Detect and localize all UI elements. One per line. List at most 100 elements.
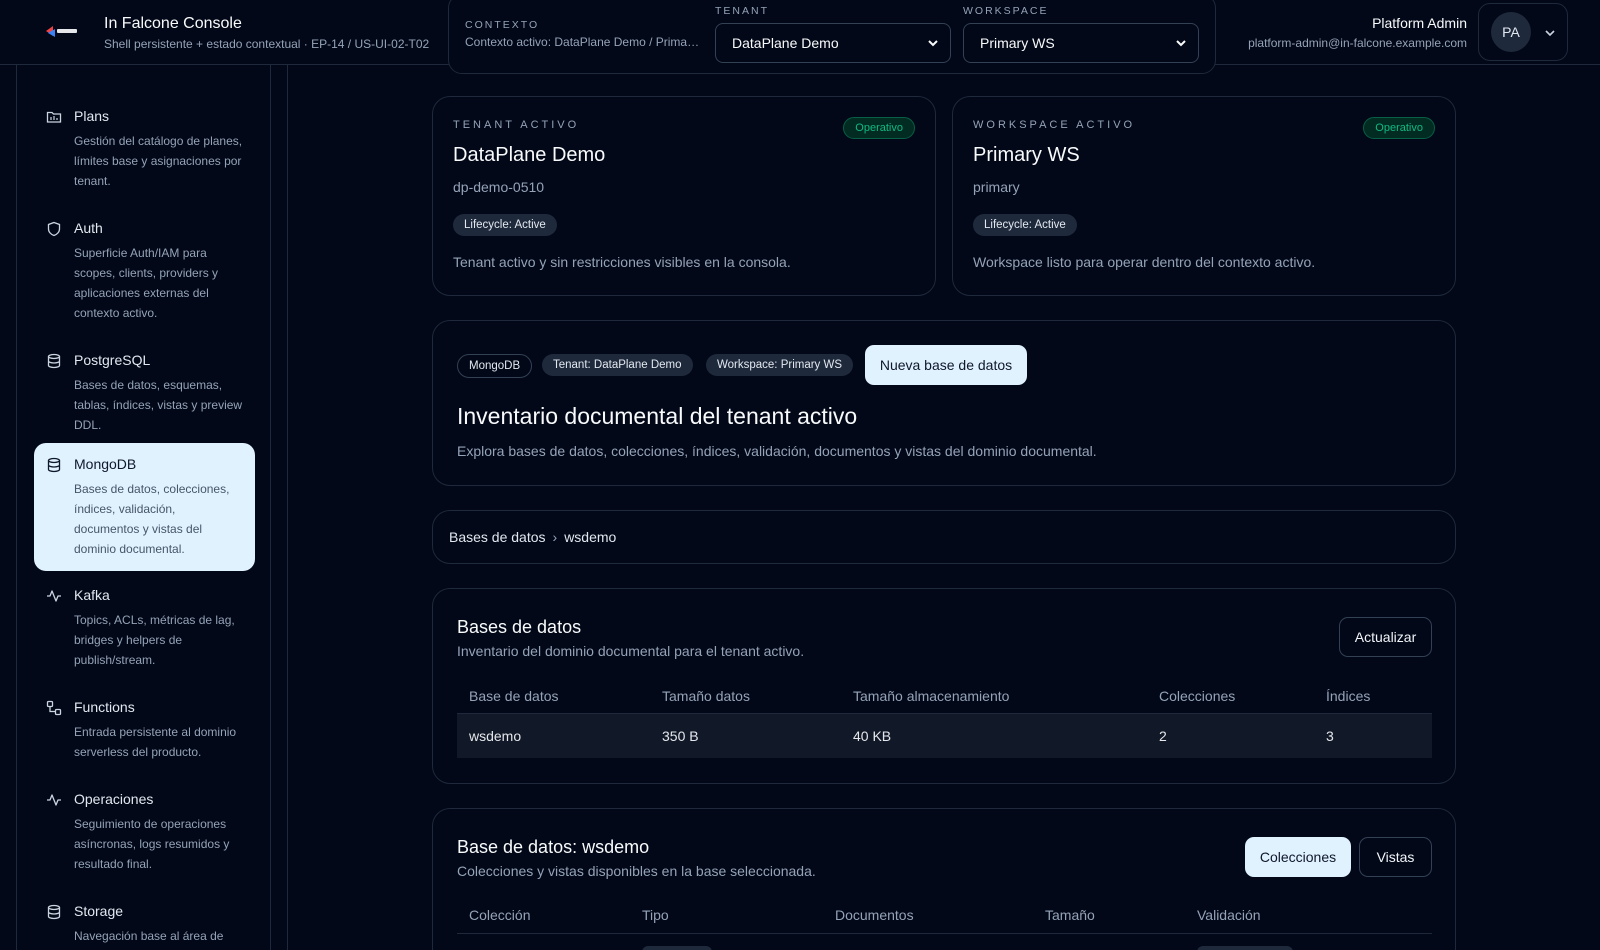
- sidebar-item-desc: Bases de datos, esquemas, tablas, índice…: [74, 378, 243, 432]
- cell-database: wsdemo: [469, 728, 522, 744]
- chevron-down-icon: [1543, 26, 1557, 40]
- column-header[interactable]: Base de datos: [469, 688, 559, 704]
- workspace-select-value: Primary WS: [980, 35, 1055, 51]
- column-header[interactable]: Índices: [1326, 688, 1370, 704]
- workspace-chip: Workspace: Primary WS: [706, 354, 854, 376]
- mongodb-hero: MongoDB Tenant: DataPlane Demo Workspace…: [432, 320, 1456, 486]
- falcone-logo[interactable]: [44, 22, 78, 40]
- database-icon: [46, 904, 62, 920]
- sidebar: Plans Gestión del catálogo de planes, lí…: [16, 65, 271, 950]
- avatar: PA: [1491, 12, 1531, 52]
- lifecycle-badge: Lifecycle: Active: [453, 214, 557, 236]
- workspace-slug: primary: [973, 179, 1020, 195]
- tenant-card: Tenant activo Operativo DataPlane Demo d…: [432, 96, 936, 296]
- sidebar-item-postgresql[interactable]: PostgreSQL Bases de datos, esquemas, tab…: [34, 339, 255, 447]
- sidebar-item-desc: Entrada persistente al dominio serverles…: [74, 725, 237, 759]
- chevron-down-icon: [926, 36, 940, 50]
- database-icon: [46, 457, 62, 473]
- lifecycle-badge: Lifecycle: Active: [973, 214, 1077, 236]
- cell-collections: 2: [1159, 728, 1167, 744]
- sidebar-item-label: MongoDB: [74, 456, 137, 472]
- database-icon: [46, 353, 62, 369]
- sidebar-item-desc: Superficie Auth/IAM para scopes, clients…: [74, 246, 219, 320]
- activity-icon: [46, 588, 62, 604]
- context-switcher: Contexto Contexto activo: DataPlane Demo…: [448, 0, 1216, 74]
- column-header[interactable]: Tipo: [642, 907, 669, 923]
- column-header[interactable]: Colección: [469, 907, 530, 923]
- cell-indexes: 3: [1326, 728, 1334, 744]
- cell-data-size: 350 B: [662, 728, 699, 744]
- tab-views[interactable]: Vistas: [1359, 837, 1432, 877]
- user-email: platform-admin@in-falcone.example.com: [1248, 36, 1467, 50]
- breadcrumb-current: wsdemo: [564, 529, 617, 545]
- sidebar-item-desc: Seguimiento de operaciones asíncronas, l…: [74, 817, 230, 871]
- tenant-desc: Tenant activo y sin restricciones visibl…: [453, 254, 791, 270]
- sidebar-item-desc: Gestión del catálogo de planes, límites …: [74, 134, 243, 188]
- status-badge: Operativo: [1363, 117, 1435, 139]
- user-menu-button[interactable]: PA: [1478, 3, 1568, 61]
- user-name: Platform Admin: [1372, 15, 1467, 31]
- sidebar-item-desc: Topics, ACLs, métricas de lag, bridges y…: [74, 613, 235, 667]
- sidebar-item-label: Operaciones: [74, 791, 154, 807]
- workspace-card: Workspace activo Operativo Primary WS pr…: [952, 96, 1456, 296]
- tenant-eyebrow: Tenant activo: [453, 119, 580, 131]
- sidebar-item-desc: Navegación base al área de: [74, 929, 224, 943]
- tenant-select[interactable]: DataPlane Demo: [715, 23, 951, 63]
- sidebar-item-functions[interactable]: Functions Entrada persistente al dominio…: [34, 686, 255, 774]
- sidebar-item-kafka[interactable]: Kafka Topics, ACLs, métricas de lag, bri…: [34, 574, 255, 682]
- domain-chip: MongoDB: [457, 354, 533, 378]
- breadcrumb: Bases de datos › wsdemo: [432, 510, 1456, 564]
- database-detail-panel: Base de datos: wsdemo Colecciones y vist…: [432, 808, 1456, 950]
- sidebar-item-plans[interactable]: Plans Gestión del catálogo de planes, lí…: [34, 95, 255, 203]
- sidebar-item-label: Auth: [74, 220, 103, 236]
- content-divider: [287, 65, 288, 950]
- sidebar-item-label: Kafka: [74, 587, 110, 603]
- cell-storage-size: 40 KB: [853, 728, 892, 744]
- database-detail-title: Base de datos: wsdemo: [457, 837, 650, 857]
- workspace-desc: Workspace listo para operar dentro del c…: [973, 254, 1316, 270]
- column-header[interactable]: Tamaño almacenamiento: [853, 688, 1009, 704]
- table-divider: [457, 933, 1432, 934]
- database-detail-subtitle: Colecciones y vistas disponibles en la b…: [457, 863, 816, 879]
- chevron-right-icon: ›: [552, 529, 558, 545]
- chevron-down-icon: [1174, 36, 1188, 50]
- table-row[interactable]: wsdemo 350 B 40 KB 2 3: [457, 714, 1432, 758]
- status-badge: Operativo: [843, 117, 915, 139]
- activity-icon: [46, 792, 62, 808]
- databases-panel: Bases de datos Inventario del dominio do…: [432, 588, 1456, 784]
- sidebar-item-label: Storage: [74, 903, 124, 919]
- app-subtitle: Shell persistente + estado contextual · …: [104, 37, 430, 51]
- tab-collections[interactable]: Colecciones: [1245, 837, 1351, 877]
- app-title: In Falcone Console: [104, 15, 242, 32]
- tenant-chip: Tenant: DataPlane Demo: [542, 354, 693, 376]
- sidebar-item-auth[interactable]: Auth Superficie Auth/IAM para scopes, cl…: [34, 207, 255, 335]
- column-header[interactable]: Validación: [1197, 907, 1261, 923]
- context-value: Contexto activo: DataPlane Demo / Primar…: [465, 35, 703, 49]
- workspace-select[interactable]: Primary WS: [963, 23, 1199, 63]
- sidebar-item-desc: Bases de datos, colecciones, índices, va…: [74, 482, 230, 556]
- new-database-button[interactable]: Nueva base de datos: [865, 345, 1027, 385]
- sidebar-item-mongodb[interactable]: MongoDB Bases de datos, colecciones, índ…: [34, 443, 255, 571]
- column-header[interactable]: Documentos: [835, 907, 914, 923]
- hero-desc: Explora bases de datos, colecciones, índ…: [457, 443, 1097, 459]
- sidebar-item-label: Functions: [74, 699, 135, 715]
- workspace-label: Workspace: [963, 5, 1049, 17]
- databases-subtitle: Inventario del dominio documental para e…: [457, 643, 805, 659]
- column-header[interactable]: Tamaño datos: [662, 688, 750, 704]
- refresh-button[interactable]: Actualizar: [1339, 617, 1432, 657]
- databases-title: Bases de datos: [457, 617, 582, 637]
- tenant-label: Tenant: [715, 5, 769, 17]
- column-header[interactable]: Tamaño: [1045, 907, 1095, 923]
- sidebar-item-storage[interactable]: Storage Navegación base al área de: [34, 890, 255, 950]
- shield-icon: [46, 221, 62, 237]
- sidebar-item-operaciones[interactable]: Operaciones Seguimiento de operaciones a…: [34, 778, 255, 886]
- tenant-name: DataPlane Demo: [453, 144, 606, 166]
- sidebar-item-label: PostgreSQL: [74, 352, 151, 368]
- workspace-name: Primary WS: [973, 144, 1080, 166]
- tenant-select-value: DataPlane Demo: [732, 35, 839, 51]
- breadcrumb-root[interactable]: Bases de datos: [449, 529, 546, 545]
- workflow-icon: [46, 700, 62, 716]
- type-badge: [642, 946, 712, 950]
- sidebar-item-label: Plans: [74, 108, 110, 124]
- column-header[interactable]: Colecciones: [1159, 688, 1235, 704]
